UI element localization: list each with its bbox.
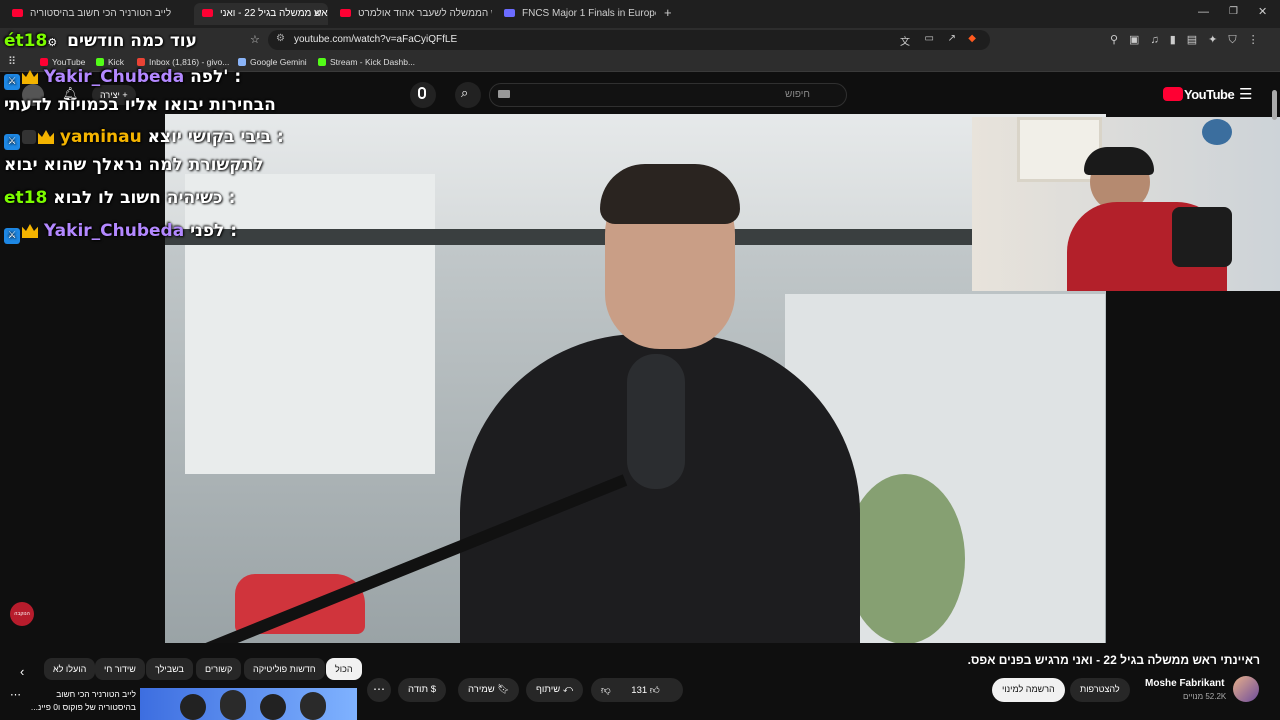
twitch-favicon-icon — [504, 9, 515, 17]
moderator-badge-icon: ⚔ — [4, 134, 20, 150]
gear-icon: ⚙ — [47, 36, 58, 49]
site-info-icon[interactable]: ⚙ — [276, 33, 285, 44]
chat-message: ⚔ yaminau ביבי בקושי יוצא : — [4, 127, 284, 150]
share-icon[interactable]: ↗ — [948, 33, 956, 44]
voice-search-button[interactable] — [410, 82, 436, 108]
chip-all[interactable]: הכול — [326, 658, 362, 680]
crown-badge-icon — [22, 224, 38, 238]
chat-message: et18 כשיהיה חשוב לו לבוא : — [4, 188, 236, 208]
wall-clock — [1202, 119, 1232, 145]
like-dislike-group: 👎︎ 131 👍︎ — [591, 678, 683, 702]
youtube-icon — [40, 58, 48, 66]
youtube-logo-text[interactable]: YouTube — [1184, 87, 1235, 102]
more-icon: ⋯ — [373, 682, 385, 696]
thumbnail-person — [260, 694, 286, 720]
scrollbar-thumb[interactable] — [1272, 90, 1277, 120]
like-count: 131 — [631, 685, 648, 696]
youtube-favicon-icon — [202, 9, 213, 17]
cast-icon[interactable]: ▭ — [925, 33, 934, 44]
search-button[interactable]: ⌕ — [455, 82, 481, 108]
restore-icon[interactable]: ❐ — [1229, 6, 1238, 17]
close-tab-icon[interactable]: ✕ — [313, 7, 322, 20]
chip-uploaded[interactable]: הועלו לא — [44, 658, 96, 680]
youtube-favicon-icon — [340, 9, 351, 17]
thanks-button[interactable]: תודה $ — [398, 678, 446, 702]
crown-badge-icon — [22, 70, 38, 84]
youtube-favicon-icon — [12, 9, 23, 17]
extensions-icons[interactable]: ⚲▣♫▮▤✦⛉⋮ — [1110, 33, 1270, 47]
chat-message: ⚔ Yakir_Chubeda לפה' : — [4, 67, 241, 90]
tree — [845, 474, 965, 643]
menu-icon[interactable]: ☰ — [1239, 85, 1252, 103]
save-button[interactable]: שמירה 🔖︎ — [458, 678, 520, 702]
chat-message: ⚔ Yakir_Chubeda לפני : — [4, 221, 237, 244]
tab-fncs[interactable]: FNCS Major 1 Finals in Europe: Day 1 — [496, 3, 656, 25]
dislike-button[interactable]: 👎︎ — [601, 685, 611, 696]
channel-name[interactable]: Moshe Fabrikant — [1145, 678, 1224, 689]
youtube-logo-icon[interactable] — [1163, 87, 1183, 101]
thanks-dollar-icon: $ — [430, 684, 436, 695]
moderator-badge-icon: ⚔ — [4, 74, 20, 90]
minimize-icon[interactable]: — — [1198, 6, 1209, 18]
browser-tab-bar: לייב הטורניר הכי חשוב בהיסטוריה ראיינתי … — [0, 0, 1280, 28]
share-button[interactable]: שיתוף ⤺ — [526, 678, 583, 702]
chip-for-you[interactable]: בשבילך — [146, 658, 193, 680]
bookmark-youtube[interactable]: YouTube — [40, 57, 85, 67]
subscriber-badge-icon — [22, 130, 36, 144]
chips-scroll-left-icon[interactable]: ‹ — [20, 664, 24, 679]
bookmark-kick-dashboard[interactable]: Stream - Kick Dashb... — [318, 57, 415, 67]
thumbnail-person — [180, 694, 206, 720]
channel-avatar[interactable] — [1233, 676, 1259, 702]
chat-message-continued: הבחירות יבואו אליו בכמויות לדעתי — [4, 95, 276, 115]
join-button[interactable]: להצטרפות — [1070, 678, 1130, 702]
person-hair — [600, 164, 740, 224]
thumbnail-person — [300, 692, 326, 720]
building-left — [185, 174, 435, 474]
microphone-icon — [418, 87, 426, 99]
webcam-overlay — [972, 117, 1280, 291]
chip-related[interactable]: קשורים — [196, 658, 242, 680]
like-button[interactable]: 👍︎ — [650, 685, 660, 696]
more-actions-button[interactable]: ⋯ — [367, 678, 391, 702]
video-player[interactable] — [165, 114, 1106, 643]
crown-badge-icon — [38, 130, 54, 144]
gmail-icon — [137, 58, 145, 66]
chat-message-continued: לתקשורת למה נראלך שהוא יבוא — [4, 155, 264, 175]
thumbnail-person — [220, 690, 246, 720]
bookmark-star-icon[interactable]: ☆ — [250, 33, 260, 46]
live-channel-badge[interactable]: הנוקבה — [10, 602, 34, 626]
search-icon: ⌕ — [461, 85, 469, 100]
share-arrow-icon: ⤺ — [562, 684, 573, 695]
tab-olmert[interactable]: ראש הממשלה לשעבר אהוד אולמרט — [332, 3, 492, 25]
streamer-headset — [1084, 147, 1154, 175]
tab-current[interactable]: ראיינתי ראש ממשלה בגיל 22 - ואני...✕ — [194, 3, 328, 25]
url-field[interactable]: ⚙ youtube.com/watch?v=aFaCyiQFfLE 文 ▭ ↗ … — [268, 30, 990, 50]
video-title: ראיינתי ראש ממשלה בגיל 22 - ואני מרגיש ב… — [967, 653, 1260, 667]
bookmark-icon: 🔖︎ — [497, 684, 510, 695]
gaming-chair — [1172, 207, 1232, 267]
bookmark-kick[interactable]: Kick — [96, 57, 124, 67]
recommended-title[interactable]: לייב הטורניר הכי חשוב בהיסטוריה של פוקוס… — [24, 688, 136, 714]
moderator-badge-icon: ⚔ — [4, 228, 20, 244]
chip-live[interactable]: שידור חי — [95, 658, 145, 680]
kick-icon — [318, 58, 326, 66]
subscriber-count: 52.2K מנויים — [1183, 692, 1227, 701]
search-input[interactable]: חיפוש — [489, 83, 847, 107]
bookmark-gmail[interactable]: Inbox (1,816) - givo... — [137, 57, 229, 67]
microphone — [627, 354, 685, 489]
recommended-more-icon[interactable]: ⋯ — [10, 688, 21, 701]
gemini-icon — [238, 58, 246, 66]
chip-political-news[interactable]: חדשות פוליטיקה — [244, 658, 325, 680]
tab-live[interactable]: לייב הטורניר הכי חשוב בהיסטוריה — [4, 3, 192, 25]
chat-header: ét18⚙ עוד כמה חודשים — [4, 31, 197, 51]
keyboard-icon[interactable] — [498, 90, 510, 98]
recommended-thumbnail[interactable] — [140, 688, 357, 720]
brave-shield-icon[interactable]: ◆ — [968, 33, 976, 44]
close-window-icon[interactable]: ✕ — [1258, 5, 1267, 18]
translate-icon[interactable]: 文 — [900, 33, 910, 48]
new-tab-button[interactable]: + — [664, 5, 672, 20]
kick-icon — [96, 58, 104, 66]
bookmark-gemini[interactable]: Google Gemini — [238, 57, 307, 67]
subscribe-button[interactable]: הרשמה למינוי — [992, 678, 1065, 702]
